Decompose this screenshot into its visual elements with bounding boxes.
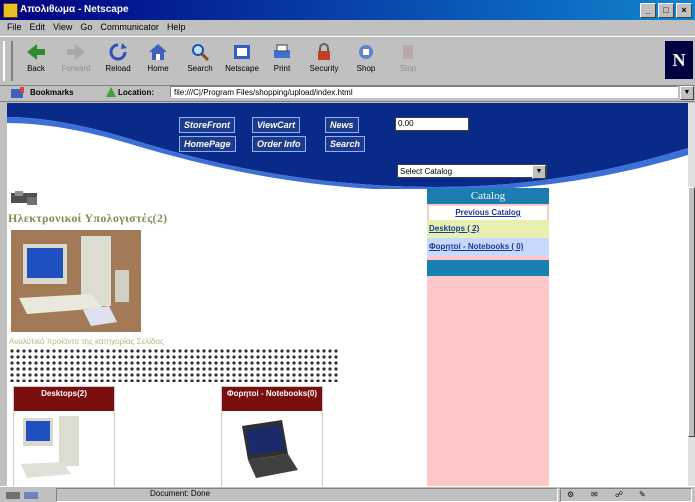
discussion-icon[interactable]: ☍ [615,490,623,499]
location-dropdown-button[interactable]: ▼ [680,86,694,100]
catalog-item-notebooks[interactable]: Φορητοί - Notebooks ( 0) [427,238,549,256]
netscape-button[interactable]: Netscape [222,40,262,80]
window-title: Απολιθωμα - Netscape [20,4,129,15]
chevron-down-icon: ▼ [532,165,546,179]
product-card-notebooks[interactable]: Φορητοί - Notebooks(0) [221,386,323,486]
location-label: Location: [118,88,154,97]
security-lock-icon[interactable] [4,489,40,500]
menu-bar: File Edit View Go Communicator Help [0,20,695,35]
stop-button[interactable]: Stop [388,40,428,80]
desktop-product-image[interactable] [19,412,89,486]
reload-icon [109,43,127,61]
search-icon [192,44,210,62]
catalog-footer [427,260,549,276]
netscape-app-icon [3,3,18,18]
print-button[interactable]: Print [262,40,302,80]
print-label: Print [273,64,291,73]
desktop-computer-image[interactable] [11,230,141,332]
security-label: Security [309,64,339,73]
product-title[interactable]: Φορητοί - Notebooks(0) [222,387,322,411]
product-title[interactable]: Desktops(2) [14,387,114,411]
nav-storefront-button[interactable]: StoreFront [179,117,235,133]
stop-label: Stop [399,64,417,73]
status-bar: Document: Done ⚙ ✉ ☍ ✎ [0,486,695,502]
maximize-button[interactable]: □ [658,3,674,18]
bookmarks-button[interactable]: Bookmarks [30,88,74,97]
stop-icon [403,45,413,59]
reload-label: Reload [105,64,131,73]
scrollbar-thumb[interactable] [688,187,695,437]
forward-button[interactable]: Forward [56,40,96,80]
promo-text: Αναλυτικά προϊόντα της κατηγορίας Σελίδα… [9,337,164,346]
back-button[interactable]: Back [16,40,56,80]
shop-label: Shop [356,64,376,73]
minimize-button[interactable]: _ [640,3,656,18]
nav-homepage-button[interactable]: HomePage [179,136,236,152]
home-icon [149,44,167,60]
menu-view[interactable]: View [50,20,77,35]
menu-edit[interactable]: Edit [27,20,51,35]
nav-orderinfo-button[interactable]: Order Info [252,136,306,152]
forward-label: Forward [61,64,91,73]
menu-help[interactable]: Help [164,20,191,35]
page-content: StoreFront ViewCart News HomePage Order … [7,103,688,486]
shop-icon [359,45,373,59]
search-button[interactable]: Search [180,40,220,80]
security-button[interactable]: Security [304,40,344,80]
menu-go[interactable]: Go [77,20,97,35]
navigation-toolbar: Back Forward Reload Home Search Netscape… [0,36,695,86]
category-title: Ηλεκτρονικοί Υπολογιστές(2) [8,211,168,225]
catalog-panel: Catalog Previous Catalog Desktops ( 2) Φ… [427,188,549,486]
catalog-title: Catalog [427,188,549,204]
back-label: Back [27,64,45,73]
notebook-product-image[interactable] [232,412,302,486]
shop-button[interactable]: Shop [346,40,386,80]
netscape-logo-icon[interactable]: N [665,41,693,79]
location-bar: Bookmarks Location: file:///C|/Program F… [0,85,695,102]
location-input[interactable]: file:///C|/Program Files/shopping/upload… [170,86,678,98]
nav-viewcart-button[interactable]: ViewCart [252,117,301,133]
nav-search-button[interactable]: Search [325,136,366,152]
component-bar: ⚙ ✉ ☍ ✎ [560,488,692,502]
search-label: Search [187,64,213,73]
location-page-icon [106,87,116,97]
bookmarks-icon [11,87,24,98]
select-catalog-dropdown[interactable]: Select Catalog ▼ [397,164,547,179]
home-button[interactable]: Home [138,40,178,80]
status-text-field [56,488,558,502]
forward-arrow-icon [67,44,85,60]
window-title-bar: Απολιθωμα - Netscape _ □ × [0,0,695,20]
window-controls: _ □ × [640,3,692,18]
previous-catalog-link[interactable]: Previous Catalog [429,206,547,220]
print-icon [274,44,290,58]
quantity-input[interactable]: 0.00 [395,117,469,131]
toolbar-grip[interactable] [3,41,13,81]
catalog-item-desktops[interactable]: Desktops ( 2) [427,220,549,238]
home-label: Home [147,64,169,73]
netscape-icon [234,45,250,59]
close-button[interactable]: × [676,3,692,18]
product-card-desktops[interactable]: Desktops(2) [13,386,115,486]
menu-communicator[interactable]: Communicator [97,20,164,35]
navigator-icon[interactable]: ⚙ [567,490,574,499]
menu-file[interactable]: File [4,20,27,35]
composer-icon[interactable]: ✎ [639,490,646,499]
status-text: Document: Done [150,489,211,498]
vertical-scrollbar[interactable] [688,103,695,486]
mail-icon[interactable]: ✉ [591,490,598,499]
dotted-separator [9,348,339,382]
store-logo-icon [11,191,37,205]
nav-news-button[interactable]: News [325,117,359,133]
back-arrow-icon [27,44,45,60]
security-icon [318,43,330,60]
netscape-label: Netscape [225,64,259,73]
reload-button[interactable]: Reload [98,40,138,80]
select-catalog-value: Select Catalog [400,167,453,176]
